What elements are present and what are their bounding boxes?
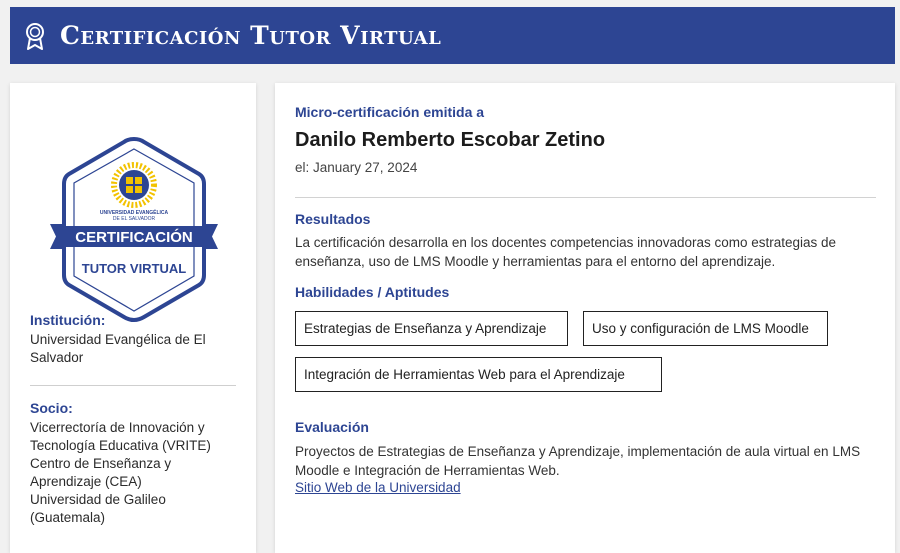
badge-line2: TUTOR VIRTUAL	[82, 261, 187, 276]
university-website-link[interactable]: Sitio Web de la Universidad	[295, 480, 461, 495]
evaluation-title: Evaluación	[295, 419, 369, 435]
partner-line: Universidad de Galileo	[30, 492, 166, 507]
partner-line: Vicerrectoría de Innovación y	[30, 420, 205, 435]
partner-line: Tecnología Educativa (VRITE)	[30, 438, 211, 453]
divider	[30, 385, 236, 386]
issued-to-label: Micro-certificación emitida a	[295, 104, 485, 120]
institution-label: Institución:	[30, 312, 106, 328]
results-title: Resultados	[295, 211, 371, 227]
certification-badge: UNIVERSIDAD EVANGÉLICA DE EL SALVADOR CE…	[50, 136, 218, 322]
evaluation-text: Proyectos de Estrategias de Enseñanza y …	[295, 444, 861, 478]
partner-line: Aprendizaje (CEA)	[30, 474, 142, 489]
partner-line: (Guatemala)	[30, 510, 106, 525]
institution-block: Institución: Universidad Evangélica de E…	[30, 311, 240, 367]
page-title: Certificación Tutor Virtual	[60, 21, 442, 50]
badge-university-line2: DE EL SALVADOR	[113, 216, 156, 222]
award-ribbon-icon	[24, 21, 48, 51]
partner-label: Socio:	[30, 400, 73, 416]
skill-tag: Uso y configuración de LMS Moodle	[583, 311, 828, 346]
partner-line: Centro de Enseñanza y	[30, 456, 172, 471]
divider	[295, 197, 876, 198]
skill-tag: Estrategias de Enseñanza y Aprendizaje	[295, 311, 568, 346]
badge-university-line1: UNIVERSIDAD EVANGÉLICA	[100, 208, 169, 216]
institution-value: Universidad Evangélica de El Salvador	[30, 332, 206, 365]
issuer-card: UNIVERSIDAD EVANGÉLICA DE EL SALVADOR CE…	[10, 83, 256, 553]
badge-line1: CERTIFICACIÓN	[75, 228, 193, 246]
skills-title: Habilidades / Aptitudes	[295, 284, 450, 300]
results-text: La certificación desarrolla en los docen…	[295, 235, 837, 269]
partner-block: Socio: Vicerrectoría de Innovación y Tec…	[30, 399, 240, 527]
issue-date: el: January 27, 2024	[295, 160, 418, 175]
certificate-details-card: Micro-certificación emitida a Danilo Rem…	[275, 83, 895, 553]
page-header: Certificación Tutor Virtual	[10, 7, 895, 64]
recipient-name: Danilo Remberto Escobar Zetino	[295, 129, 606, 151]
skill-tag: Integración de Herramientas Web para el …	[295, 357, 662, 392]
